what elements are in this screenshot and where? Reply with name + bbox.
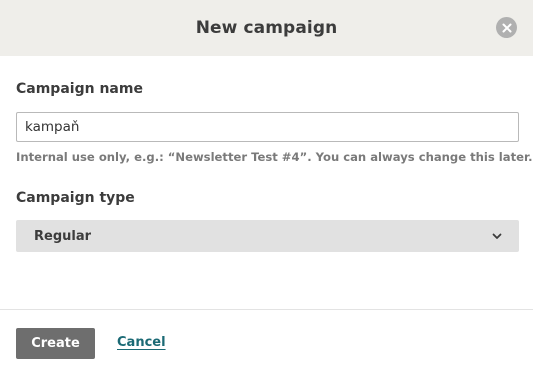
campaign-name-input[interactable] — [16, 112, 519, 142]
campaign-type-select[interactable]: Regular — [16, 220, 519, 252]
close-icon — [502, 23, 511, 32]
campaign-type-label: Campaign type — [16, 190, 135, 206]
new-campaign-dialog: New campaign Campaign name Internal use … — [0, 0, 533, 373]
footer-divider — [0, 309, 533, 310]
chevron-down-icon — [492, 233, 502, 239]
campaign-name-label: Campaign name — [16, 81, 143, 97]
close-button[interactable] — [496, 17, 517, 38]
create-button[interactable]: Create — [16, 328, 95, 359]
dialog-title: New campaign — [195, 18, 338, 38]
campaign-name-help-text: Internal use only, e.g.: “Newsletter Tes… — [16, 150, 533, 164]
dialog-header: New campaign — [0, 0, 533, 56]
cancel-link[interactable]: Cancel — [117, 335, 166, 350]
campaign-type-selected-value: Regular — [34, 228, 92, 244]
